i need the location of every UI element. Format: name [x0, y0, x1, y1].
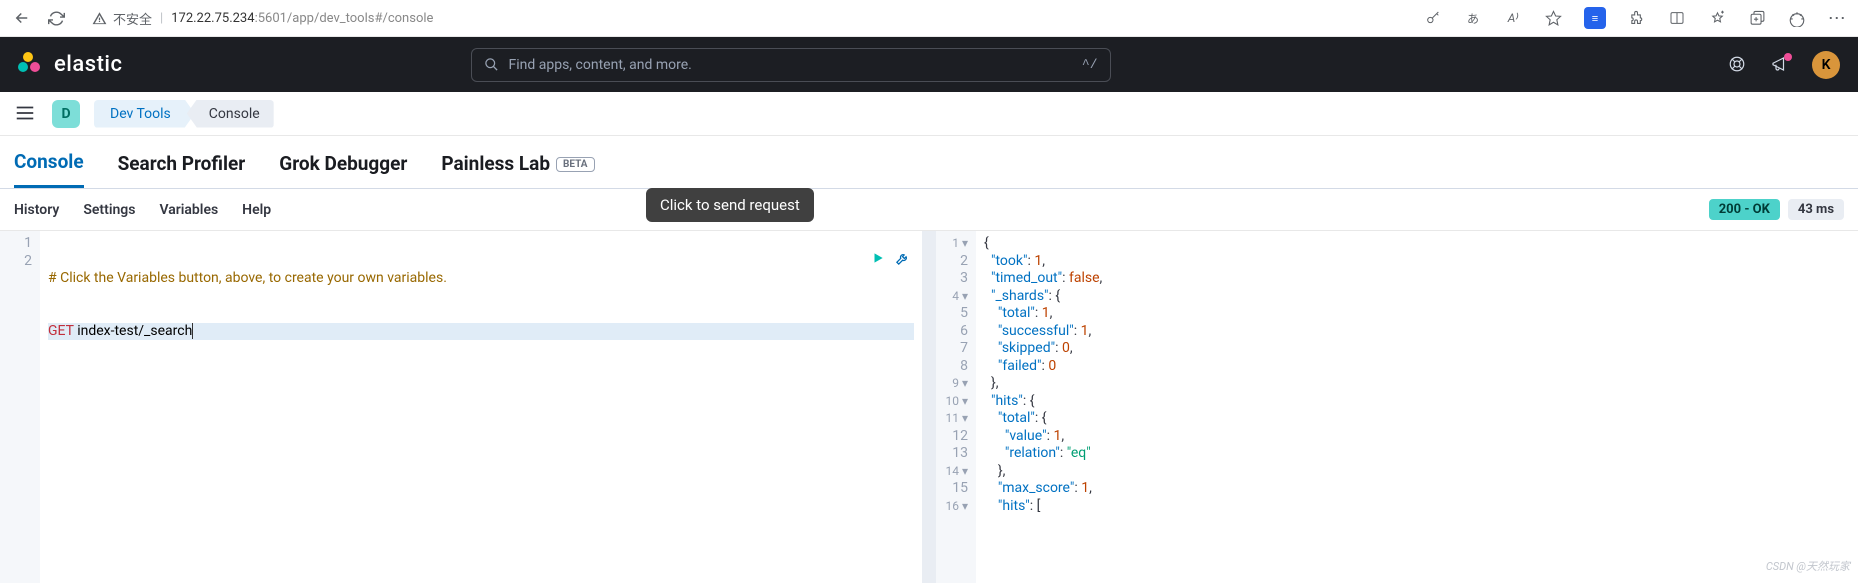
read-aloud-icon[interactable]: A⁾: [1504, 9, 1522, 27]
insecure-label: 不安全: [113, 9, 152, 28]
key-icon[interactable]: [1424, 9, 1442, 27]
editor-split: 12 # Click the Variables button, above, …: [0, 231, 1858, 583]
favorite-icon[interactable]: [1544, 9, 1562, 27]
breadcrumb-devtools[interactable]: Dev Tools: [94, 100, 195, 128]
request-pane: 12 # Click the Variables button, above, …: [0, 231, 936, 583]
request-gutter: 12: [0, 231, 40, 583]
refresh-button[interactable]: [46, 8, 66, 28]
devtools-tabs: Console Search Profiler Grok Debugger Pa…: [0, 136, 1858, 189]
performance-icon[interactable]: [1788, 9, 1806, 27]
settings-link[interactable]: Settings: [83, 202, 135, 218]
kibana-header: elastic ^/ K: [0, 37, 1858, 92]
collections-icon[interactable]: [1748, 9, 1766, 27]
global-search[interactable]: ^/: [471, 48, 1111, 82]
url-host: 172.22.75.234: [171, 11, 254, 26]
sidebar-icon[interactable]: [1668, 9, 1686, 27]
response-pane: 1 ▾234 ▾56789 ▾10 ▾11 ▾121314 ▾1516 ▾ { …: [936, 231, 1858, 583]
browser-actions: あ A⁾ ≡ ⋯: [1424, 7, 1846, 29]
tab-console[interactable]: Console: [14, 150, 84, 188]
search-icon: [484, 57, 499, 72]
breadcrumb-bar: D Dev Tools Console: [0, 92, 1858, 136]
timing-badge: 43 ms: [1788, 199, 1844, 220]
search-input[interactable]: [509, 57, 1072, 73]
response-viewer[interactable]: { "took": 1, "timed_out": false, "_shard…: [976, 231, 1858, 583]
space-selector[interactable]: D: [52, 100, 80, 128]
request-path: index-test/_search: [77, 323, 193, 339]
more-icon[interactable]: ⋯: [1828, 9, 1846, 27]
user-avatar[interactable]: K: [1812, 51, 1840, 79]
variables-link[interactable]: Variables: [159, 202, 218, 218]
breadcrumb: Dev Tools Console: [94, 100, 274, 128]
request-editor[interactable]: # Click the Variables button, above, to …: [40, 231, 922, 583]
request-comment: # Click the Variables button, above, to …: [48, 270, 447, 286]
translate-icon[interactable]: あ: [1464, 9, 1482, 27]
url-path: :5601/app/dev_tools#/console: [255, 11, 434, 26]
status-badge: 200 - OK: [1709, 199, 1780, 220]
nav-toggle-button[interactable]: [14, 102, 38, 126]
tab-search-profiler[interactable]: Search Profiler: [118, 152, 246, 187]
tab-painless-lab[interactable]: Painless LabBETA: [441, 152, 594, 187]
extension-icon[interactable]: ≡: [1584, 7, 1606, 29]
back-button[interactable]: [12, 8, 32, 28]
send-request-tooltip: Click to send request: [646, 188, 814, 222]
search-shortcut: ^/: [1082, 57, 1098, 72]
history-link[interactable]: History: [14, 202, 59, 218]
watermark: CSDN @天然玩家: [1766, 558, 1850, 574]
request-method: GET: [48, 323, 74, 339]
response-gutter: 1 ▾234 ▾56789 ▾10 ▾11 ▾121314 ▾1516 ▾: [936, 231, 976, 583]
tab-grok-debugger[interactable]: Grok Debugger: [279, 152, 407, 187]
address-bar[interactable]: 不安全 | 172.22.75.234:5601/app/dev_tools#/…: [80, 9, 1410, 28]
brand-text: elastic: [54, 52, 123, 77]
breadcrumb-console: Console: [187, 100, 274, 128]
console-toolbar: History Settings Variables Help 200 - OK…: [0, 189, 1858, 231]
send-request-button[interactable]: [871, 251, 885, 272]
puzzle-icon[interactable]: [1628, 9, 1646, 27]
help-link[interactable]: Help: [242, 202, 271, 218]
help-icon[interactable]: [1728, 55, 1748, 75]
favorites-bar-icon[interactable]: [1708, 9, 1726, 27]
request-options-button[interactable]: [895, 251, 910, 272]
newsfeed-icon[interactable]: [1770, 55, 1790, 75]
elastic-glyph-icon: [18, 52, 44, 78]
browser-toolbar: 不安全 | 172.22.75.234:5601/app/dev_tools#/…: [0, 0, 1858, 37]
elastic-logo[interactable]: elastic: [18, 52, 123, 78]
beta-badge: BETA: [556, 157, 595, 172]
